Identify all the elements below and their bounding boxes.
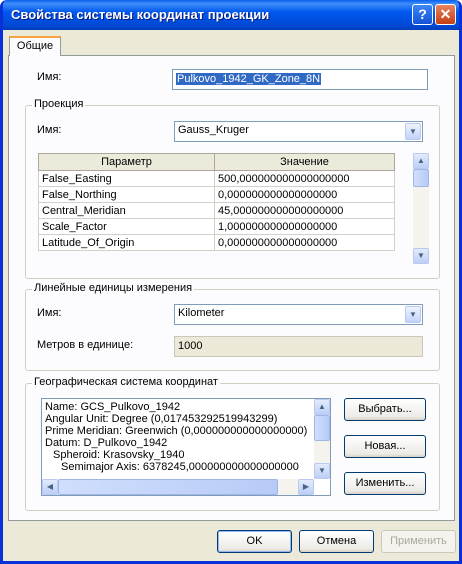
scroll-thumb[interactable] [413, 169, 429, 187]
parameter-value[interactable]: 45,000000000000000000 [214, 202, 395, 219]
scroll-thumb[interactable] [314, 415, 330, 441]
parameter-name: False_Northing [38, 186, 215, 203]
chevron-down-icon[interactable]: ▼ [405, 123, 421, 140]
table-row[interactable]: Latitude_Of_Origin 0,000000000000000000 [38, 234, 395, 251]
table-row[interactable]: Scale_Factor 1,000000000000000000 [38, 218, 395, 235]
geographic-detail-line: Angular Unit: Degree (0,0174532925199432… [45, 413, 278, 425]
meters-per-unit-label: Метров в единице: [37, 339, 134, 351]
column-header-parameter[interactable]: Параметр [38, 153, 215, 171]
select-gcs-button[interactable]: Выбрать... [344, 398, 426, 421]
scroll-up-icon[interactable]: ▲ [314, 399, 330, 415]
title-bar[interactable]: Свойства системы координат проекции ? ✕ [3, 0, 459, 30]
details-horizontal-scrollbar[interactable]: ◀ ▶ [42, 479, 314, 495]
table-row[interactable]: False_Easting 500,000000000000000000 [38, 170, 395, 187]
apply-button[interactable]: Применить [381, 530, 456, 553]
linear-units-group: Линейные единицы измерения Имя: Kilomete… [25, 282, 440, 371]
geographic-detail-line: Prime Meridian: Greenwich (0,00000000000… [45, 425, 308, 437]
geographic-details-box[interactable]: Name: GCS_Pulkovo_1942 Angular Unit: Deg… [41, 398, 331, 496]
tab-panel-general: Имя: Pulkovo_1942_GK_Zone_8N Проекция Им… [8, 55, 455, 521]
cancel-button[interactable]: Отмена [299, 530, 374, 553]
geographic-detail-line: Datum: D_Pulkovo_1942 [45, 437, 168, 449]
help-button[interactable]: ? [412, 4, 433, 25]
name-field[interactable]: Pulkovo_1942_GK_Zone_8N [172, 69, 428, 90]
close-button[interactable]: ✕ [435, 4, 456, 25]
parameter-name: Central_Meridian [38, 202, 215, 219]
parameter-name: Scale_Factor [38, 218, 215, 235]
parameters-table: Параметр Значение False_Easting 500,00000… [38, 153, 395, 251]
table-row[interactable]: False_Northing 0,000000000000000000 [38, 186, 395, 203]
scroll-up-icon[interactable]: ▲ [413, 153, 429, 169]
scroll-thumb[interactable] [58, 479, 278, 495]
new-gcs-button[interactable]: Новая... [344, 435, 426, 458]
scroll-down-icon[interactable]: ▼ [413, 248, 429, 264]
name-label: Имя: [37, 71, 62, 83]
scroll-left-icon[interactable]: ◀ [42, 479, 58, 495]
parameter-value[interactable]: 0,000000000000000000 [214, 234, 395, 251]
details-vertical-scrollbar[interactable]: ▲ ▼ [314, 399, 330, 479]
projection-group: Проекция Имя: Gauss_Kruger ▼ Параметр Зн… [25, 98, 440, 279]
dialog-window: Свойства системы координат проекции ? ✕ … [0, 0, 462, 564]
scroll-right-icon[interactable]: ▶ [298, 479, 314, 495]
meters-per-unit-field[interactable]: 1000 [174, 336, 423, 357]
projection-name-label: Имя: [37, 124, 62, 136]
parameter-name: False_Easting [38, 170, 215, 187]
table-row[interactable]: Central_Meridian 45,000000000000000000 [38, 202, 395, 219]
parameters-scrollbar[interactable]: ▲ ▼ [413, 153, 429, 264]
window-title: Свойства системы координат проекции [11, 7, 270, 22]
linear-units-combo[interactable]: Kilometer ▼ [174, 304, 423, 325]
projection-name-value: Gauss_Kruger [178, 124, 249, 136]
linear-units-name-label: Имя: [37, 307, 62, 319]
projection-group-title: Проекция [32, 98, 86, 110]
name-field-value: Pulkovo_1942_GK_Zone_8N [176, 73, 322, 85]
ok-button[interactable]: OK [217, 530, 292, 553]
linear-units-group-title: Линейные единицы измерения [32, 282, 195, 294]
geographic-detail-line: Semimajor Axis: 6378245,0000000000000000… [61, 461, 299, 473]
geographic-detail-line: Name: GCS_Pulkovo_1942 [45, 401, 181, 413]
scroll-down-icon[interactable]: ▼ [314, 463, 330, 479]
projection-name-combo[interactable]: Gauss_Kruger ▼ [174, 121, 423, 142]
chevron-down-icon[interactable]: ▼ [405, 306, 421, 323]
parameter-name: Latitude_Of_Origin [38, 234, 215, 251]
geographic-detail-line: Spheroid: Krasovsky_1940 [53, 449, 185, 461]
parameter-value[interactable]: 500,000000000000000000 [214, 170, 395, 187]
geographic-group-title: Географическая система координат [32, 376, 220, 388]
edit-gcs-button[interactable]: Изменить... [344, 472, 426, 495]
column-header-value[interactable]: Значение [214, 153, 395, 171]
parameter-value[interactable]: 1,000000000000000000 [214, 218, 395, 235]
tab-general[interactable]: Общие [9, 36, 61, 56]
parameter-value[interactable]: 0,000000000000000000 [214, 186, 395, 203]
linear-units-value: Kilometer [178, 307, 225, 319]
geographic-group: Географическая система координат Name: G… [25, 376, 440, 511]
